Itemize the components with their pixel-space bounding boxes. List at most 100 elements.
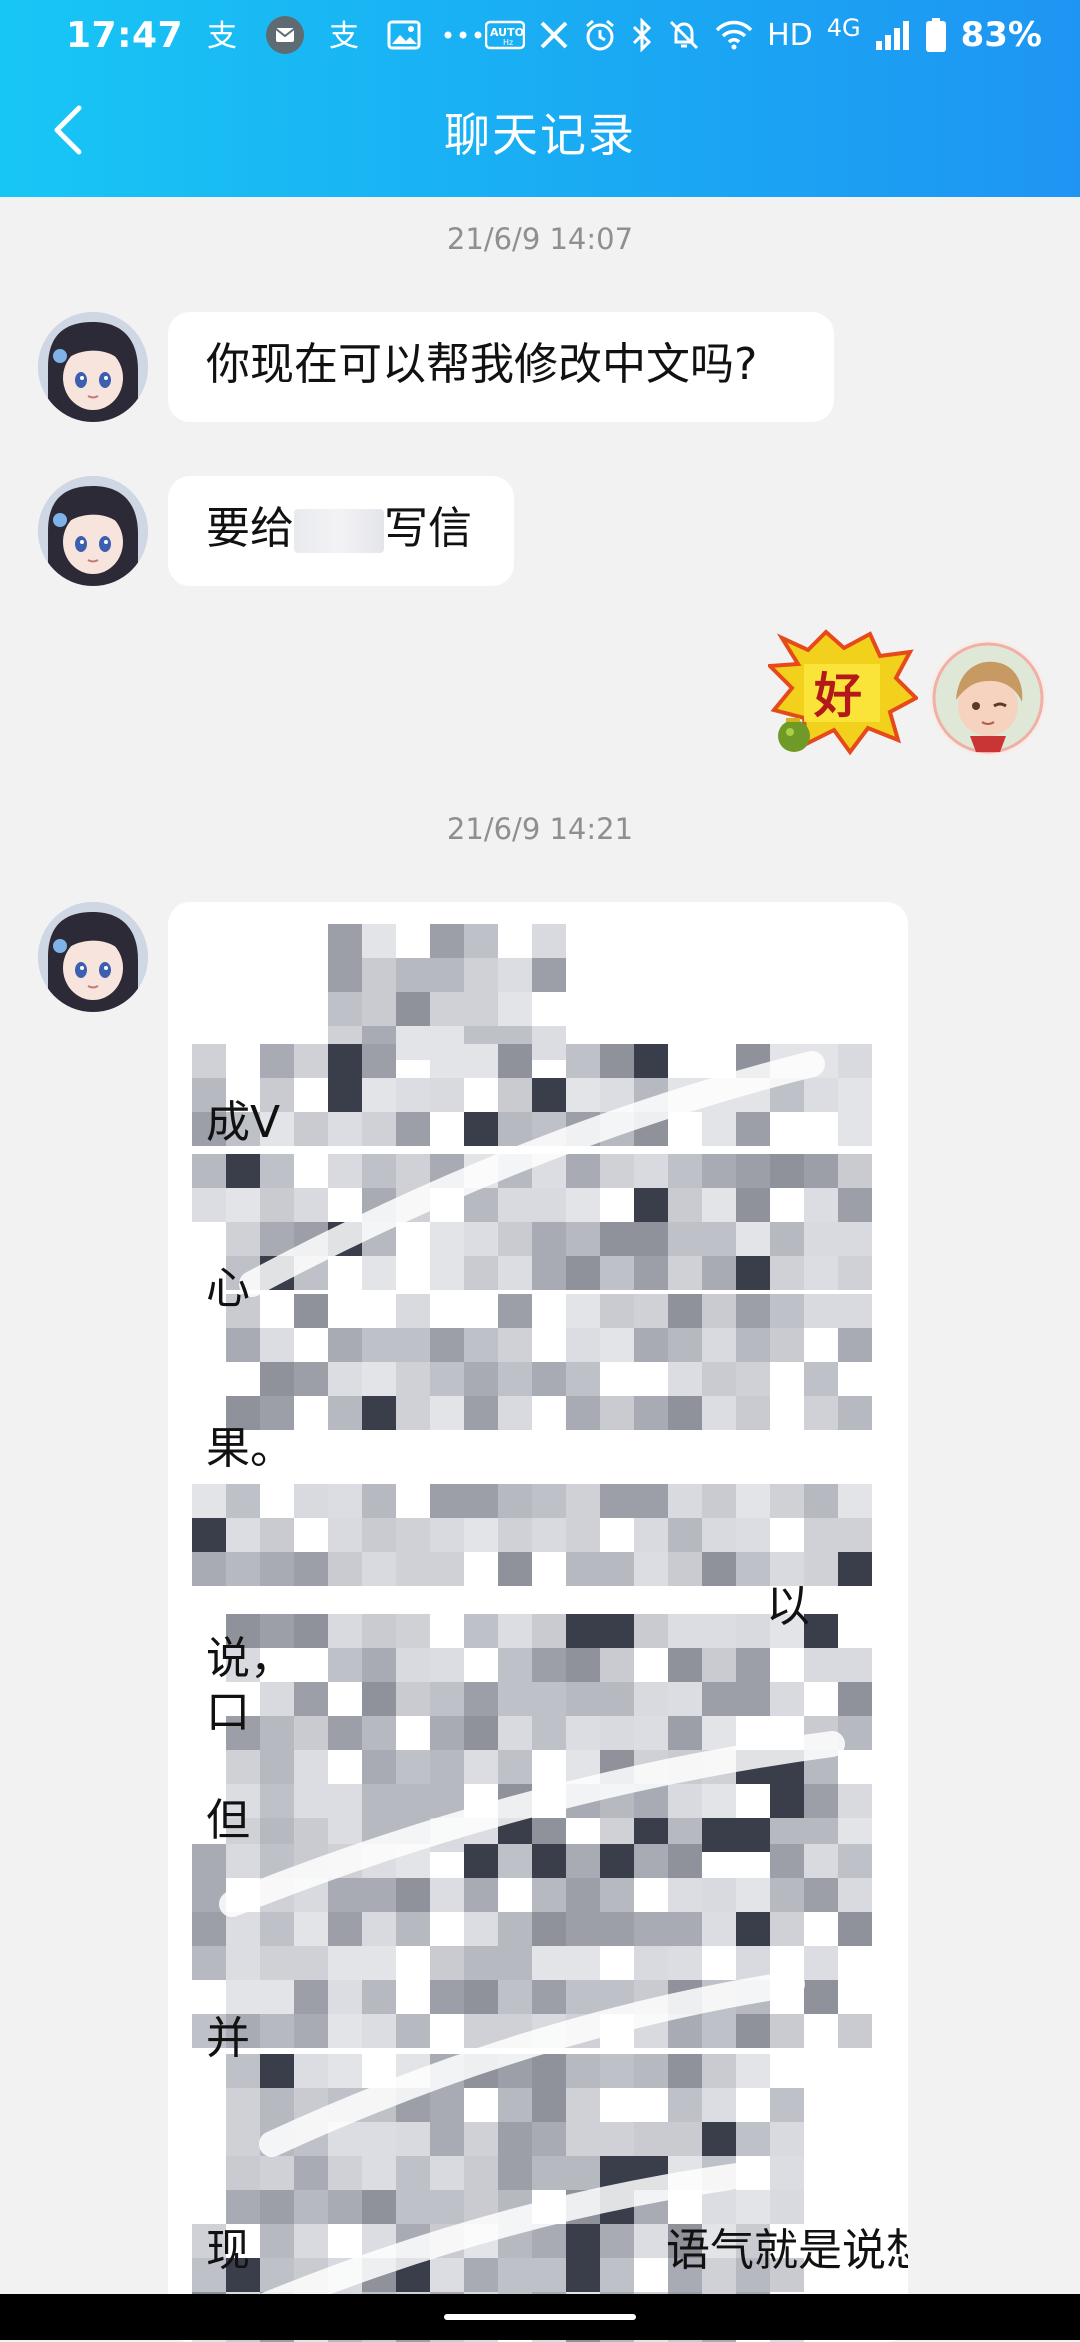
mosaic-cell (328, 1648, 362, 1682)
mosaic-cell (430, 1980, 464, 2014)
avatar[interactable] (38, 902, 148, 1012)
mosaic-cell (532, 958, 566, 992)
mosaic-cell (702, 2190, 736, 2224)
mosaic-cell (532, 2224, 566, 2258)
mosaic-cell (566, 1154, 600, 1188)
mosaic-cell (668, 1614, 702, 1648)
sticker-message[interactable]: 好 (765, 628, 920, 758)
mosaic-cell (294, 1188, 328, 1222)
mosaic-cell (396, 1112, 430, 1146)
mosaic-cell (260, 1362, 294, 1396)
mosaic-cell (260, 1188, 294, 1222)
avatar[interactable] (930, 640, 1046, 756)
mosaic-cell (566, 1044, 600, 1078)
mosaic-cell (498, 1912, 532, 1946)
mosaic-cell (464, 1844, 498, 1878)
mosaic-cell (260, 1912, 294, 1946)
mosaic-cell (328, 1614, 362, 1648)
back-button[interactable] (36, 100, 100, 164)
mosaic-cell (770, 2190, 804, 2224)
mosaic-cell (532, 1256, 566, 1290)
mosaic-cell (260, 2014, 294, 2048)
visible-text-fragment: 口 (206, 1687, 250, 1738)
mosaic-cell (328, 1484, 362, 1518)
long-message-bubble[interactable]: 成V 心 果。 以 说， 口 但 并 现 语气就是说想 (168, 902, 908, 2342)
mosaic-cell (226, 1484, 260, 1518)
mosaic-cell (260, 1716, 294, 1750)
mosaic-cell (566, 1294, 600, 1328)
mosaic-cell (634, 1844, 668, 1878)
mosaic-cell (532, 1078, 566, 1112)
mosaic-cell (702, 1648, 736, 1682)
mosaic-cell (702, 1878, 736, 1912)
mosaic-cell (498, 1294, 532, 1328)
mosaic-cell (430, 1078, 464, 1112)
mosaic-cell (430, 1222, 464, 1256)
mosaic-cell (260, 2156, 294, 2190)
mosaic-cell (668, 1396, 702, 1430)
mosaic-cell (362, 1614, 396, 1648)
mosaic-cell (396, 1912, 430, 1946)
mosaic-cell (226, 1912, 260, 1946)
mosaic-cell (600, 1716, 634, 1750)
mosaic-cell (770, 1484, 804, 1518)
message-bubble[interactable]: 你现在可以帮我修改中文吗? (168, 312, 834, 422)
mosaic-cell (362, 2190, 396, 2224)
mosaic-cell (770, 1912, 804, 1946)
mosaic-cell (498, 1614, 532, 1648)
mosaic-cell (600, 1396, 634, 1430)
mosaic-cell (328, 2190, 362, 2224)
mosaic-cell (736, 1188, 770, 1222)
mosaic-cell (600, 1844, 634, 1878)
mosaic-cell (226, 2190, 260, 2224)
mosaic-cell (838, 1328, 872, 1362)
mosaic-cell (328, 1912, 362, 1946)
mosaic-cell (362, 1912, 396, 1946)
message-bubble[interactable]: 要给 写信 (168, 476, 514, 586)
mosaic-cell (192, 1946, 226, 1980)
mosaic-cell (192, 1044, 226, 1078)
avatar[interactable] (38, 312, 148, 422)
mosaic-cell (532, 1912, 566, 1946)
mosaic-cell (600, 1552, 634, 1586)
mosaic-cell (634, 2122, 668, 2156)
battery-percent: 83% (960, 15, 1042, 55)
home-indicator[interactable] (444, 2314, 636, 2320)
mosaic-cell (362, 1552, 396, 1586)
mosaic-cell (804, 1362, 838, 1396)
mosaic-cell (566, 1980, 600, 2014)
mosaic-cell (566, 1518, 600, 1552)
mosaic-cell (804, 1844, 838, 1878)
mosaic-cell (498, 1044, 532, 1078)
visible-text-fragment: 以 (766, 1581, 810, 1632)
mosaic-cell (634, 1682, 668, 1716)
mosaic-cell (362, 1648, 396, 1682)
status-time: 17:47 (66, 14, 184, 56)
mosaic-cell (668, 1222, 702, 1256)
mosaic-cell (600, 1912, 634, 1946)
mosaic-cell (328, 1518, 362, 1552)
visible-text-fragment: 并 (206, 2013, 250, 2064)
mosaic-cell (668, 1682, 702, 1716)
mosaic-cell (566, 1552, 600, 1586)
mosaic-cell (498, 1518, 532, 1552)
mosaic-cell (566, 2088, 600, 2122)
mosaic-cell (260, 1682, 294, 1716)
mosaic-cell (430, 1648, 464, 1682)
mosaic-cell (328, 1044, 362, 1078)
mosaic-cell (838, 1518, 872, 1552)
mosaic-cell (294, 1682, 328, 1716)
mosaic-cell (260, 1750, 294, 1784)
mosaic-cell (498, 1682, 532, 1716)
mosaic-cell (600, 1044, 634, 1078)
mosaic-cell (430, 1396, 464, 1430)
mosaic-cell (464, 1222, 498, 1256)
mosaic-cell (702, 1188, 736, 1222)
mosaic-cell (702, 2014, 736, 2048)
mosaic-cell (634, 1256, 668, 1290)
avatar[interactable] (38, 476, 148, 586)
mosaic-cell (532, 2258, 566, 2292)
mosaic-cell (838, 1912, 872, 1946)
wifi-icon (715, 19, 753, 51)
mosaic-cell (362, 2122, 396, 2156)
